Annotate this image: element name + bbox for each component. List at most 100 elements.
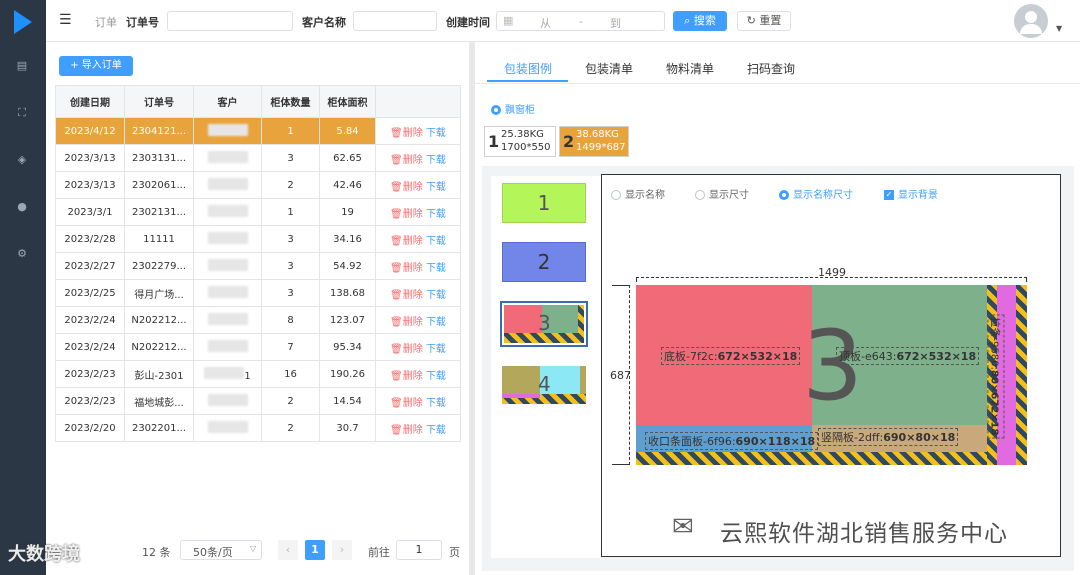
table-row[interactable]: 2023/2/27 2302279... 3 54.92 🗑删除 下载: [55, 252, 461, 280]
import-order-button[interactable]: + 导入订单: [59, 56, 133, 76]
table-row[interactable]: 2023/2/24 N202212... 8 123.07 🗑删除 下载: [55, 306, 461, 334]
delete-button[interactable]: 🗑删除: [390, 425, 423, 436]
download-button[interactable]: 下载: [426, 182, 446, 193]
download-button[interactable]: 下载: [426, 317, 446, 328]
org-chart-icon[interactable]: ⛶: [15, 107, 29, 119]
delete-button[interactable]: 🗑删除: [390, 236, 423, 247]
customer-input[interactable]: [353, 11, 437, 31]
order-input[interactable]: [167, 11, 293, 31]
cell-date: 2023/2/20: [55, 414, 125, 442]
layer-thumb-3[interactable]: 3: [500, 301, 588, 347]
prev-page-button[interactable]: ‹: [278, 540, 298, 560]
table-row[interactable]: 2023/2/25 得月广场... 3 138.68 🗑删除 下载: [55, 279, 461, 307]
delete-button[interactable]: 🗑删除: [390, 290, 423, 301]
download-button[interactable]: 下载: [426, 425, 446, 436]
part-dim: 672×532×18: [717, 350, 798, 363]
download-button[interactable]: 下载: [426, 236, 446, 247]
delete-button[interactable]: 🗑删除: [390, 155, 423, 166]
redacted-customer: [207, 393, 248, 406]
table-row[interactable]: 2023/3/13 2302061... 2 42.46 🗑删除 下载: [55, 171, 461, 199]
delete-button[interactable]: 🗑删除: [390, 398, 423, 409]
col-header-qty[interactable]: 柜体数量: [261, 85, 320, 118]
delete-button[interactable]: 🗑删除: [390, 209, 423, 220]
tab-active-indicator: [487, 80, 568, 82]
watermark-bottom: 大数跨境: [8, 544, 80, 565]
radio-on-icon: [491, 105, 501, 115]
package-card-1[interactable]: 1 25.38KG 1700*550: [484, 126, 556, 157]
option-show-size[interactable]: 显示尺寸: [695, 186, 749, 201]
option-show-name[interactable]: 显示名称: [611, 186, 665, 201]
cell-qty: 3: [261, 225, 320, 253]
document-icon[interactable]: ▤: [15, 60, 29, 72]
table-row[interactable]: 2023/2/20 2302201... 2 30.7 🗑删除 下载: [55, 414, 461, 442]
date-range-input[interactable]: ▦ 从 - 到: [496, 11, 665, 31]
layer-thumb-4-label: 4: [538, 372, 551, 396]
chevron-down-icon[interactable]: ▼: [1056, 24, 1062, 33]
watermark-text: 云熙软件湖北销售服务中心: [720, 521, 1008, 547]
menu-toggle-icon[interactable]: ☰: [59, 12, 72, 28]
layer-thumb-2[interactable]: 2: [502, 242, 586, 282]
delete-label: 删除: [402, 235, 423, 247]
tab-scan-query[interactable]: 扫码查询: [747, 60, 795, 77]
col-header-date[interactable]: 创建日期: [55, 85, 125, 118]
download-button[interactable]: 下载: [426, 155, 446, 166]
delete-button[interactable]: 🗑删除: [390, 317, 423, 328]
search-button[interactable]: ⌕ 搜索: [673, 11, 727, 31]
col-header-area[interactable]: 柜体面积: [319, 85, 376, 118]
download-button[interactable]: 下载: [426, 128, 446, 139]
table-row[interactable]: 2023/4/12 2304121... 1 5.84 🗑删除 下载: [55, 117, 461, 145]
cell-actions: 🗑删除 下载: [375, 414, 461, 442]
users-icon[interactable]: ●: [15, 201, 29, 213]
reset-button[interactable]: ↻ 重置: [737, 11, 791, 31]
tab-package-list[interactable]: 包装清单: [585, 60, 633, 77]
next-page-button[interactable]: ›: [332, 540, 352, 560]
cabinet-radio[interactable]: 飘窗柜: [491, 101, 535, 116]
total-count: 12 条: [142, 546, 171, 559]
goto-page-input[interactable]: 1: [396, 540, 442, 560]
download-button[interactable]: 下载: [426, 209, 446, 220]
table-row[interactable]: 2023/2/24 N202212... 7 95.34 🗑删除 下载: [55, 333, 461, 361]
package-card-2[interactable]: 2 38.68KG 1499*687: [559, 126, 629, 157]
option-show-name-size[interactable]: 显示名称尺寸: [779, 186, 853, 201]
table-row[interactable]: 2023/3/13 2303131... 3 62.65 🗑删除 下载: [55, 144, 461, 172]
cell-customer: [193, 252, 262, 280]
cell-date: 2023/2/23: [55, 387, 125, 415]
layers-icon[interactable]: ◈: [15, 154, 29, 166]
tab-package-diagram[interactable]: 包装图例: [504, 60, 552, 77]
cell-qty: 1: [261, 198, 320, 226]
table-row[interactable]: 2023/2/23 彭山-2301 1 16 190.26 🗑删除 下载: [55, 360, 461, 388]
download-button[interactable]: 下载: [426, 398, 446, 409]
table-row[interactable]: 2023/2/28 11111 3 34.16 🗑删除 下载: [55, 225, 461, 253]
cell-qty: 7: [261, 333, 320, 361]
redacted-customer: [207, 285, 248, 298]
layer-thumb-4[interactable]: 4: [502, 366, 586, 404]
download-button[interactable]: 下载: [426, 263, 446, 274]
delete-button[interactable]: 🗑删除: [390, 263, 423, 274]
option-show-background[interactable]: ✓ 显示背景: [884, 186, 938, 201]
delete-button[interactable]: 🗑删除: [390, 371, 423, 382]
cell-date: 2023/4/12: [55, 117, 125, 145]
delete-button[interactable]: 🗑删除: [390, 182, 423, 193]
delete-label: 删除: [402, 370, 423, 382]
col-header-customer[interactable]: 客户: [193, 85, 262, 118]
cell-actions: 🗑删除 下载: [375, 333, 461, 361]
page-size-select[interactable]: 50条/页 ▽: [180, 540, 262, 560]
table-row[interactable]: 2023/2/23 福地城彭... 2 14.54 🗑删除 下载: [55, 387, 461, 415]
date-to: 到: [610, 17, 621, 30]
cell-customer: [193, 306, 262, 334]
page-1-button[interactable]: 1: [305, 540, 325, 560]
download-button[interactable]: 下载: [426, 344, 446, 355]
part-dim: 690×118×18: [735, 435, 816, 448]
avatar[interactable]: [1014, 4, 1048, 38]
download-button[interactable]: 下载: [426, 290, 446, 301]
trash-icon: 🗑: [390, 424, 403, 436]
layer-thumb-1[interactable]: 1: [502, 183, 586, 223]
table-row[interactable]: 2023/3/1 2302131... 1 19 🗑删除 下载: [55, 198, 461, 226]
delete-button[interactable]: 🗑删除: [390, 344, 423, 355]
gear-icon[interactable]: ⚙: [15, 248, 29, 260]
download-button[interactable]: 下载: [426, 371, 446, 382]
tab-material-list[interactable]: 物料清单: [666, 60, 714, 77]
col-header-order[interactable]: 订单号: [124, 85, 194, 118]
delete-button[interactable]: 🗑删除: [390, 128, 423, 139]
cell-order: N202212...: [124, 306, 194, 334]
